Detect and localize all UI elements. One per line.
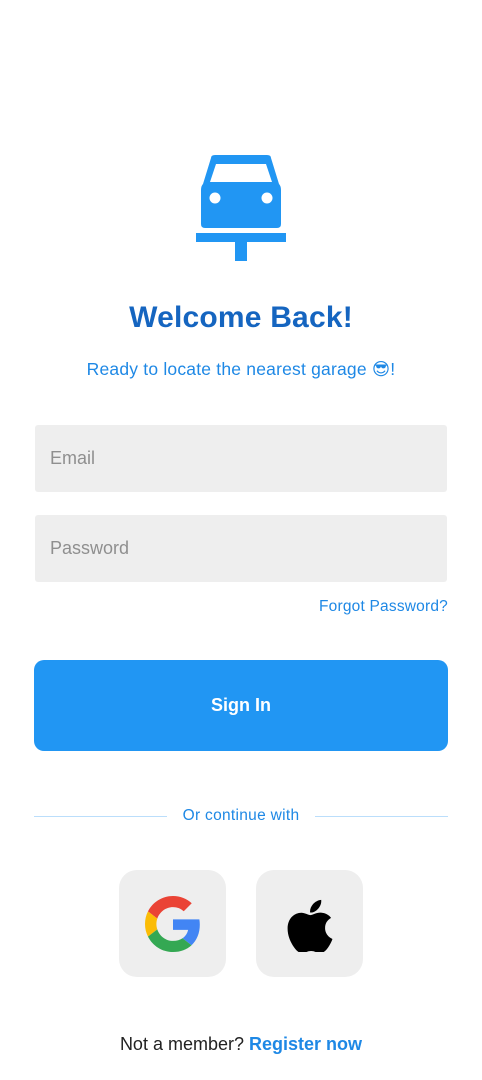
page-title: Welcome Back! xyxy=(129,301,353,334)
apple-icon xyxy=(287,899,332,952)
sign-in-button[interactable]: Sign In xyxy=(34,660,448,751)
password-field[interactable] xyxy=(35,515,447,582)
login-screen: Welcome Back! Ready to locate the neares… xyxy=(0,0,482,1080)
password-field-container xyxy=(35,515,447,582)
register-prompt: Not a member? Register now xyxy=(0,1034,482,1055)
apple-sign-in-button[interactable] xyxy=(256,870,363,977)
divider-right xyxy=(315,816,448,817)
email-field[interactable] xyxy=(35,425,447,492)
register-link[interactable]: Register now xyxy=(249,1034,362,1054)
page-subtitle: Ready to locate the nearest garage 😎! xyxy=(86,359,396,379)
google-sign-in-button[interactable] xyxy=(119,870,226,977)
email-field-container xyxy=(35,425,447,492)
car-lift-icon xyxy=(196,155,286,261)
not-member-text: Not a member? xyxy=(119,1034,244,1054)
google-icon xyxy=(144,895,200,952)
forgot-password-link[interactable]: Forgot Password? xyxy=(319,598,448,616)
